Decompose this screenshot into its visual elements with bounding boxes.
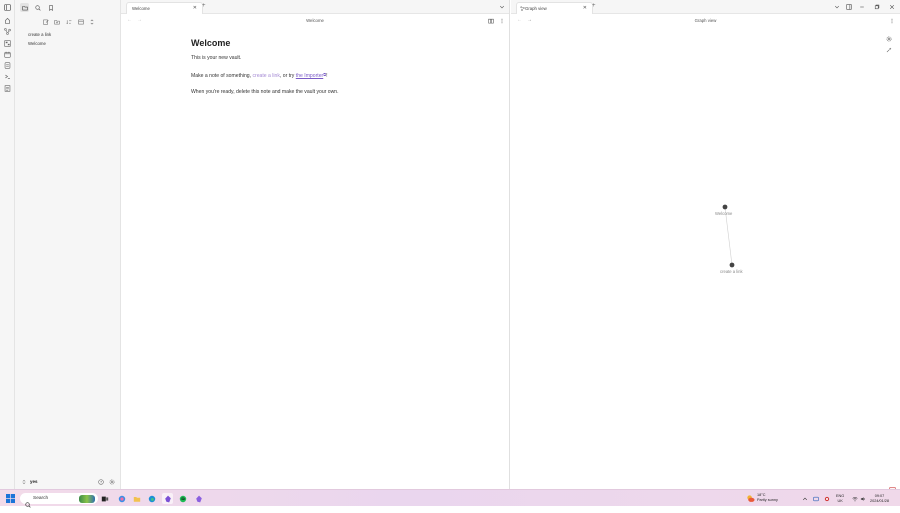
- weather-widget[interactable]: 18°C Partly sunny: [757, 493, 778, 502]
- clock-date: 2024/01/28: [870, 499, 889, 504]
- templates-icon[interactable]: [3, 61, 12, 70]
- wifi-icon[interactable]: [851, 495, 858, 502]
- weather-icon[interactable]: [746, 494, 755, 503]
- volume-icon[interactable]: [859, 495, 866, 502]
- search-highlight-image: [79, 495, 95, 503]
- tab-title: Welcome: [132, 6, 150, 11]
- tray-overflow-icon[interactable]: [801, 495, 808, 502]
- search-icon: [25, 495, 31, 513]
- new-tab-icon[interactable]: +: [202, 3, 206, 9]
- graph-node-create-a-link[interactable]: [730, 263, 735, 268]
- sort-icon[interactable]: [64, 17, 73, 26]
- daily-note-icon[interactable]: [3, 50, 12, 59]
- language-bottom: UK: [836, 499, 844, 504]
- view-title[interactable]: Welcome: [121, 18, 509, 23]
- vault-switcher-icon[interactable]: [20, 478, 28, 486]
- sync-status-icon[interactable]: [889, 481, 896, 488]
- quick-switcher-icon[interactable]: [3, 16, 12, 25]
- windows-start-icon[interactable]: [6, 494, 15, 503]
- language-top: ENG: [836, 494, 844, 499]
- reading-mode-icon[interactable]: [487, 17, 494, 24]
- task-view-icon[interactable]: [99, 493, 110, 504]
- tray-security-icon[interactable]: [823, 495, 830, 502]
- obsidian-app-icon[interactable]: [162, 493, 173, 504]
- publish-icon[interactable]: [3, 84, 12, 93]
- new-folder-icon[interactable]: [52, 17, 61, 26]
- sidebar-toggle-icon[interactable]: [3, 3, 12, 12]
- tab-bar: Welcome ✕ +: [121, 0, 509, 14]
- bookmark-icon[interactable]: [46, 3, 55, 12]
- obsidian-secondary-icon[interactable]: [193, 493, 204, 504]
- link-the-importer[interactable]: the Importer: [296, 73, 323, 79]
- chevron-down-icon[interactable]: [498, 3, 505, 10]
- note-paragraph-2: Make a note of something, create a link,…: [191, 71, 491, 80]
- vault-name[interactable]: yes: [30, 479, 38, 484]
- copilot-icon[interactable]: [116, 493, 127, 504]
- note-content[interactable]: Welcome This is your new vault. Make a n…: [191, 38, 491, 105]
- new-note-icon[interactable]: [41, 17, 50, 26]
- graph-pane: Graph view ✕ + ← → Graph view: [511, 0, 900, 489]
- graph-node-welcome[interactable]: [723, 205, 728, 210]
- graph-node-label: Welcome: [715, 211, 732, 216]
- file-item-create-a-link[interactable]: create a link: [28, 32, 51, 37]
- search-label: Search: [33, 496, 48, 501]
- p2-prefix: Make a note of something,: [191, 73, 252, 79]
- windows-taskbar: Search 18°C Partly sunny ENG UK: [0, 489, 900, 506]
- editor-pane: Welcome ✕ + ← → Welcome Welcome This is …: [121, 0, 510, 489]
- unresolved-link-create-a-link[interactable]: create a link: [252, 73, 279, 79]
- graph-canvas[interactable]: [511, 0, 900, 489]
- tray-app-icon[interactable]: [812, 495, 819, 502]
- search-icon[interactable]: [33, 3, 42, 12]
- command-palette-icon[interactable]: [3, 72, 12, 81]
- graph-node-label: create a link: [720, 269, 743, 274]
- file-item-welcome[interactable]: Welcome: [28, 41, 46, 46]
- language-indicator[interactable]: ENG UK: [836, 494, 844, 503]
- help-icon[interactable]: [97, 478, 105, 486]
- file-explorer-sidebar: create a link Welcome yes: [15, 0, 121, 489]
- note-paragraph-1: This is your new vault.: [191, 55, 491, 62]
- settings-gear-icon[interactable]: [108, 478, 116, 486]
- edge-browser-icon[interactable]: [146, 493, 157, 504]
- graph-view-icon[interactable]: [3, 27, 12, 36]
- collapse-all-icon[interactable]: [87, 17, 96, 26]
- obsidian-window: create a link Welcome yes Welcome ✕ + ← …: [0, 0, 900, 489]
- folder-icon[interactable]: [20, 3, 29, 12]
- ribbon: [0, 0, 15, 489]
- tab-welcome[interactable]: Welcome ✕: [126, 2, 203, 14]
- canvas-icon[interactable]: [3, 39, 12, 48]
- p2-middle: , or try: [280, 73, 296, 79]
- more-options-icon[interactable]: [498, 17, 505, 24]
- clock[interactable]: 09:07 2024/01/28: [870, 494, 889, 503]
- auto-reveal-icon[interactable]: [76, 17, 85, 26]
- view-header: ← → Welcome: [121, 14, 509, 27]
- note-heading: Welcome: [191, 38, 491, 48]
- file-explorer-icon[interactable]: [131, 493, 142, 504]
- weather-desc: Partly sunny: [757, 498, 778, 503]
- close-icon[interactable]: ✕: [193, 5, 197, 11]
- taskbar-search[interactable]: Search: [20, 493, 98, 504]
- spotify-icon[interactable]: [177, 493, 188, 504]
- note-paragraph-3: When you're ready, delete this note and …: [191, 89, 491, 96]
- p2-suffix: !: [326, 73, 327, 79]
